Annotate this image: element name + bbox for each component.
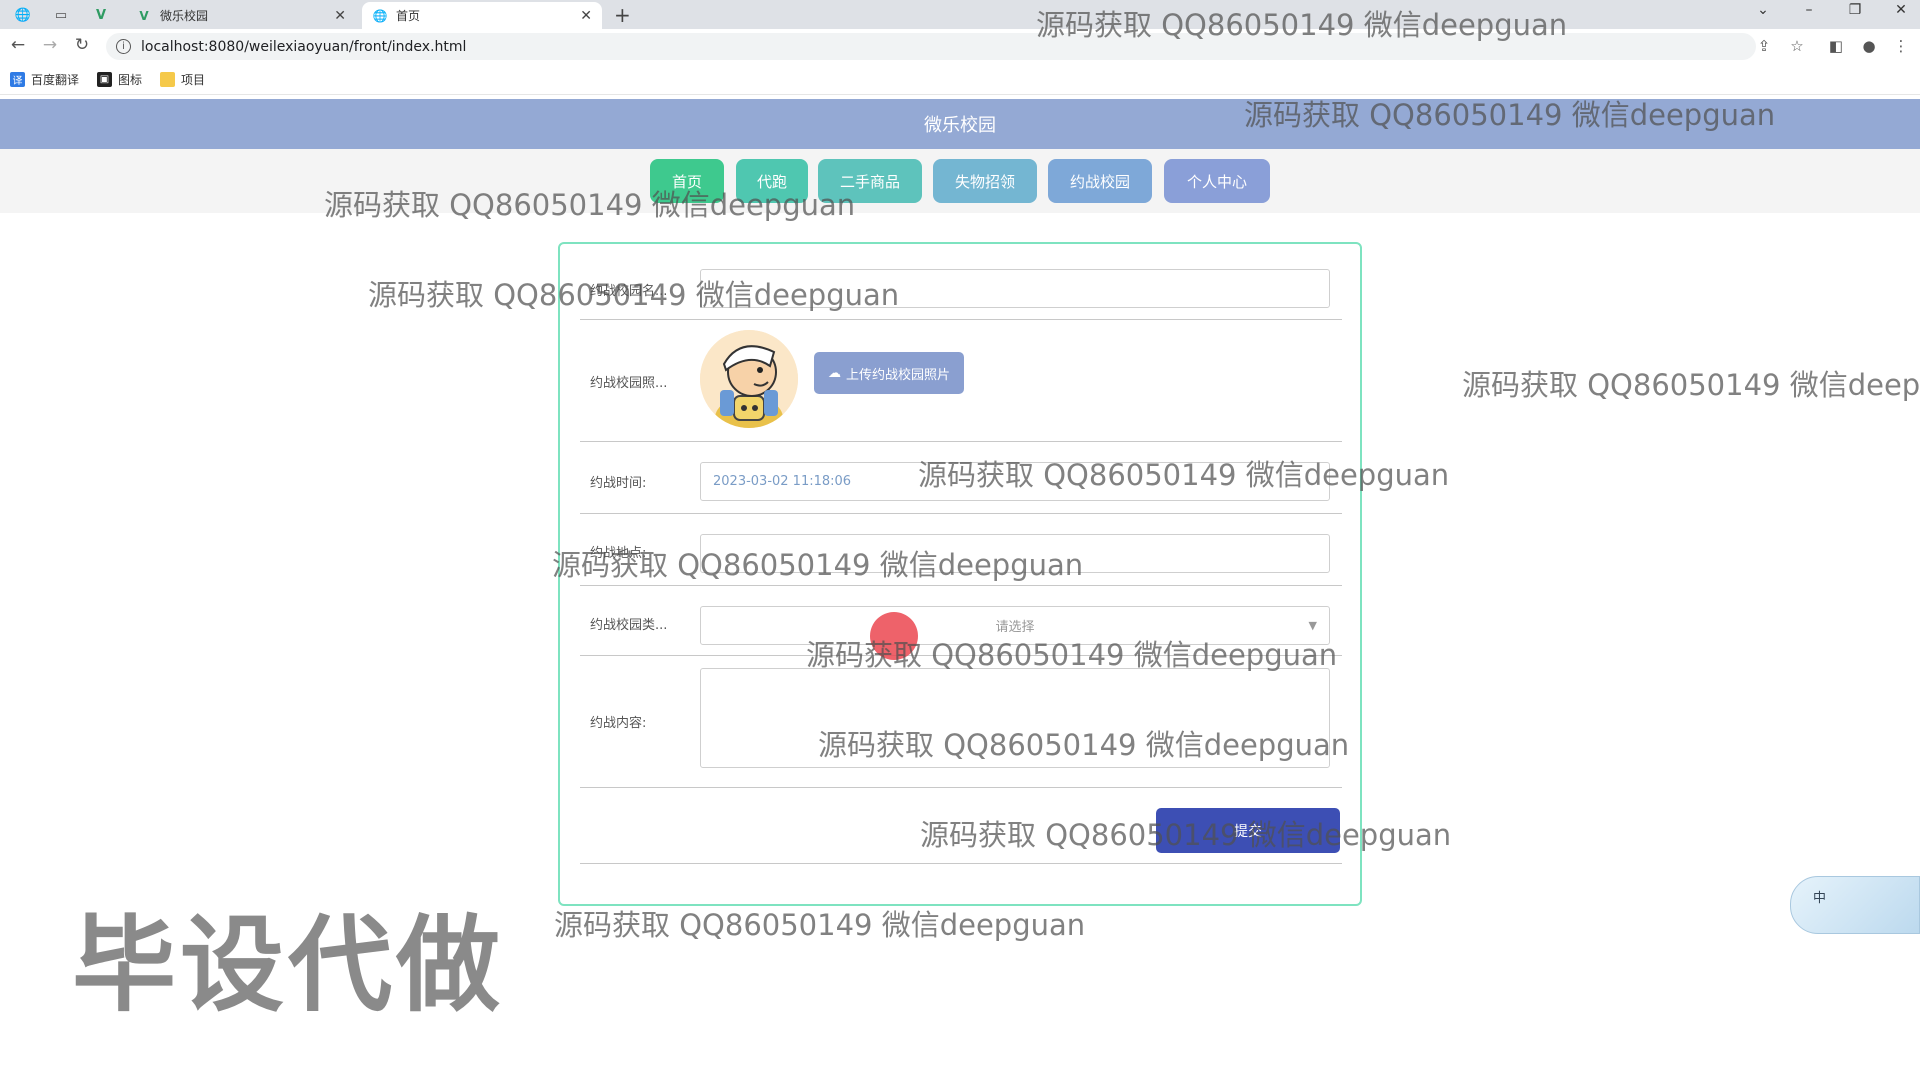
place-label: 约战地点: bbox=[590, 546, 647, 561]
bookmark-baidu-translate[interactable]: 译 百度翻译 bbox=[10, 71, 79, 88]
new-tab-icon[interactable]: + bbox=[614, 3, 631, 27]
nav-home[interactable]: 首页 bbox=[650, 159, 724, 203]
time-label: 约战时间: bbox=[590, 476, 647, 491]
battle-form: 约战校园名... 约战校园照... ☁ 上传约战校园照片 约战时间: 2023-… bbox=[558, 242, 1362, 906]
tab-title: 微乐校园 bbox=[160, 9, 209, 23]
bookmark-icons[interactable]: ▣ 图标 bbox=[97, 71, 142, 88]
close-tab-icon[interactable]: ✕ bbox=[334, 8, 346, 24]
place-input[interactable] bbox=[700, 534, 1330, 573]
browser-tab-bar: 🌐 ▭ V V 微乐校园 ✕ 🌐 首页 ✕ + ⌄ – ❐ ✕ bbox=[0, 0, 1920, 29]
click-indicator bbox=[870, 612, 918, 660]
site-info-icon[interactable]: i bbox=[116, 39, 131, 54]
share-icon[interactable]: ⇪ bbox=[1753, 37, 1775, 55]
ime-widget[interactable]: 中 bbox=[1790, 876, 1920, 934]
vue-icon[interactable]: V bbox=[88, 4, 114, 26]
bookmark-project[interactable]: 项目 bbox=[160, 71, 205, 88]
site-title: 微乐校园 bbox=[924, 115, 996, 136]
upload-label: 上传约战校园照片 bbox=[845, 367, 950, 383]
folder-icon bbox=[160, 72, 176, 87]
restore-icon[interactable]: ❐ bbox=[1840, 2, 1870, 18]
cloud-upload-icon: ☁ bbox=[827, 365, 841, 381]
type-select[interactable]: 请选择 ▼ bbox=[700, 606, 1330, 645]
globe-icon[interactable]: 🌐 bbox=[10, 4, 36, 26]
bookmark-label: 项目 bbox=[181, 73, 206, 87]
form-row-type: 约战校园类... 请选择 ▼ bbox=[580, 586, 1342, 656]
nav-errand[interactable]: 代跑 bbox=[736, 159, 808, 203]
profile-icon[interactable]: ● bbox=[1858, 37, 1880, 55]
name-input[interactable] bbox=[700, 269, 1330, 308]
tab-search-icon[interactable]: ⌄ bbox=[1748, 2, 1778, 18]
photo-label: 约战校园照... bbox=[590, 376, 668, 391]
watermark-text: 源码获取 QQ86050149 微信deepguan bbox=[1462, 368, 1920, 402]
form-row-content: 约战内容: bbox=[580, 656, 1342, 788]
name-label: 约战校园名... bbox=[590, 284, 668, 299]
side-panel-icon[interactable]: ◧ bbox=[1825, 37, 1847, 55]
menu-icon[interactable]: ⋮ bbox=[1890, 37, 1912, 55]
form-row-photo: 约战校园照... ☁ 上传约战校园照片 bbox=[580, 320, 1342, 442]
url-text: localhost:8080/weilexiaoyuan/front/index… bbox=[141, 38, 467, 55]
reload-icon[interactable]: ↻ bbox=[70, 35, 94, 55]
tab-home[interactable]: 🌐 首页 ✕ bbox=[362, 2, 602, 29]
nav-lost-found[interactable]: 失物招领 bbox=[933, 159, 1037, 203]
upload-photo-button[interactable]: ☁ 上传约战校园照片 bbox=[814, 352, 964, 394]
minimize-icon[interactable]: – bbox=[1794, 2, 1824, 18]
close-tab-icon[interactable]: ✕ bbox=[580, 8, 592, 24]
globe-icon: 🌐 bbox=[372, 8, 388, 23]
submit-button[interactable]: 提交 bbox=[1156, 808, 1340, 853]
url-field[interactable]: i localhost:8080/weilexiaoyuan/front/ind… bbox=[106, 33, 1756, 60]
nav-second-hand[interactable]: 二手商品 bbox=[818, 159, 922, 203]
form-row-time: 约战时间: 2023-03-02 11:18:06 bbox=[580, 442, 1342, 514]
vue-icon: V bbox=[139, 8, 149, 23]
bookmarks-bar: 译 百度翻译 ▣ 图标 项目 bbox=[0, 65, 1920, 95]
bookmark-star-icon[interactable]: ☆ bbox=[1786, 37, 1808, 55]
forward-icon[interactable]: → bbox=[38, 35, 62, 55]
form-row-name: 约战校园名... bbox=[580, 260, 1342, 320]
icon-library-icon: ▣ bbox=[97, 72, 113, 87]
bookmark-label: 图标 bbox=[118, 73, 143, 87]
content-textarea[interactable] bbox=[700, 668, 1330, 768]
main-nav: 首页 代跑 二手商品 失物招领 约战校园 个人中心 bbox=[0, 149, 1920, 213]
close-window-icon[interactable]: ✕ bbox=[1886, 2, 1916, 18]
address-bar-row: ← → ↻ i localhost:8080/weilexiaoyuan/fro… bbox=[0, 29, 1920, 65]
back-icon[interactable]: ← bbox=[6, 35, 30, 55]
tab-title: 首页 bbox=[396, 9, 421, 23]
form-row-submit: 提交 bbox=[580, 788, 1342, 864]
nav-campus-battle[interactable]: 约战校园 bbox=[1048, 159, 1152, 203]
chevron-down-icon: ▼ bbox=[1308, 619, 1317, 632]
type-label: 约战校园类... bbox=[590, 618, 668, 633]
nav-personal-center[interactable]: 个人中心 bbox=[1164, 159, 1270, 203]
content-label: 约战内容: bbox=[590, 716, 647, 731]
ime-label: 中 bbox=[1813, 891, 1827, 906]
blank-tab-icon[interactable]: ▭ bbox=[48, 4, 74, 26]
bookmark-label: 百度翻译 bbox=[31, 73, 80, 87]
translate-icon: 译 bbox=[10, 72, 25, 87]
stamp-text: 毕设代做 bbox=[72, 904, 505, 1026]
campus-photo-preview bbox=[700, 330, 798, 428]
tab-weilexiaoyuan[interactable]: V 微乐校园 ✕ bbox=[126, 2, 356, 29]
watermark-text: 源码获取 QQ86050149 微信deepguan bbox=[554, 908, 1086, 942]
site-header: 微乐校园 bbox=[0, 99, 1920, 149]
time-input[interactable]: 2023-03-02 11:18:06 bbox=[700, 462, 1330, 501]
type-placeholder: 请选择 bbox=[995, 620, 1035, 635]
form-row-place: 约战地点: bbox=[580, 514, 1342, 586]
